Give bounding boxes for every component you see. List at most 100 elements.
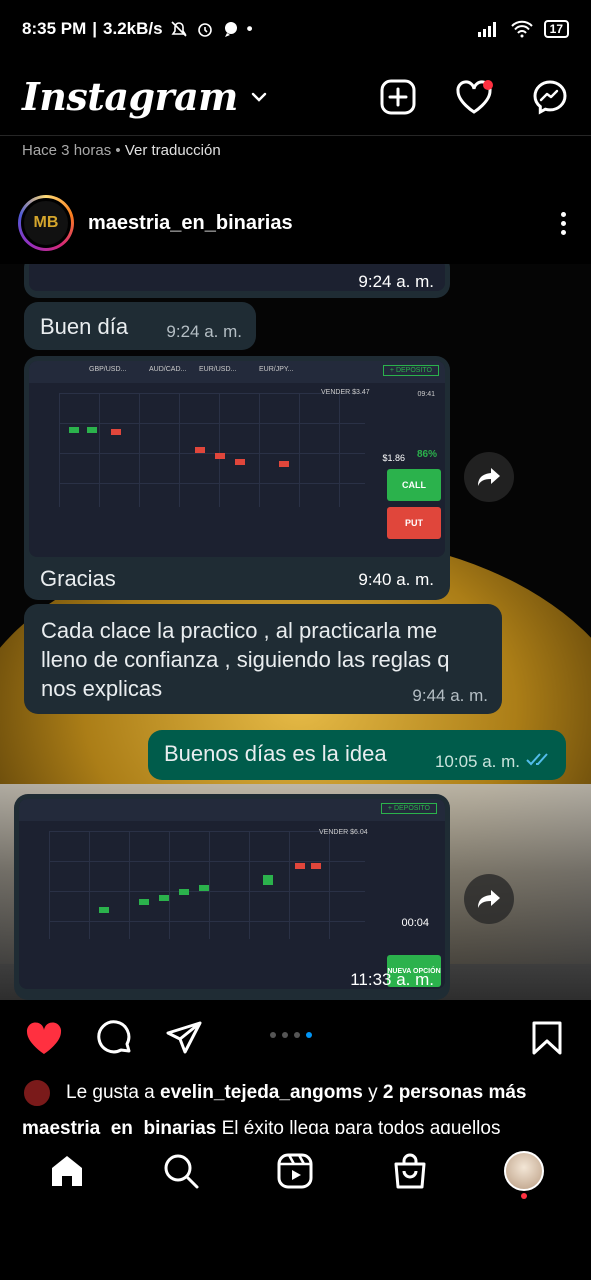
candle (111, 429, 121, 435)
likes-prefix: Le gusta a (66, 1082, 155, 1103)
post-actions (0, 1014, 591, 1062)
candle (159, 895, 169, 901)
sell-label: VENDER $6.04 (319, 829, 368, 836)
new-post-icon[interactable] (379, 78, 417, 116)
candle (311, 863, 321, 869)
message-time: 9:24 a. m. (358, 272, 434, 291)
message-time: 10:05 a. m. (434, 752, 520, 771)
carousel-dot-active (306, 1032, 312, 1038)
trading-screenshot: + DEPÓSITO VENDER $6.04 00:04 NUEVA OPCI… (19, 799, 445, 989)
amount-label: $1.86 (382, 453, 405, 463)
deposit-button: + DEPÓSITO (380, 803, 437, 814)
platform-topbar: + DEPÓSITO (19, 799, 445, 821)
message-text: Buenos días es la idea (164, 741, 387, 766)
carousel-indicator (270, 1032, 312, 1038)
likes-others[interactable]: 2 personas más (383, 1082, 527, 1104)
carousel-dot (282, 1032, 288, 1038)
candle (215, 453, 225, 459)
activity-dot (483, 79, 493, 90)
candle (235, 459, 245, 465)
message-text: Buen día (40, 314, 129, 339)
chevron-down-icon[interactable] (250, 88, 268, 106)
battery-icon: 17 (543, 20, 569, 38)
profile-avatar[interactable] (502, 1149, 546, 1199)
chat-image-1: 9:24 a. m. (24, 264, 450, 298)
message-bubble-in: Buen día 9:24 a. m. (24, 302, 256, 350)
post-username[interactable]: maestria_en_binarias (88, 212, 293, 235)
share-icon[interactable] (162, 1016, 206, 1060)
chart-grid (59, 393, 365, 507)
shop-icon[interactable] (388, 1149, 432, 1193)
message-text: Cada clace la practico , al practicarla … (41, 618, 450, 701)
message-bubble-out: Buenos días es la idea 10:05 a. m. (148, 730, 566, 780)
candle (279, 461, 289, 467)
search-icon[interactable] (159, 1149, 203, 1193)
deposit-button: + DEPÓSITO (382, 365, 439, 376)
bottom-navigation (0, 1134, 591, 1208)
reels-icon[interactable] (273, 1149, 317, 1193)
asset-tab: AUD/CAD... (149, 366, 187, 373)
forward-icon (464, 452, 514, 502)
notification-dot (520, 1193, 527, 1199)
status-bar: 8:35 PM | 3.2kB/s • 17 (0, 0, 591, 58)
candle (263, 875, 273, 885)
heart-icon[interactable] (455, 78, 493, 116)
put-button: PUT (387, 507, 441, 539)
likes-joiner: y (368, 1082, 378, 1103)
read-receipt-icon (526, 753, 548, 766)
message-text: Gracias (40, 566, 116, 591)
chat-notification-icon (224, 22, 237, 37)
asset-tab: EUR/USD... (199, 366, 237, 373)
candle (179, 889, 189, 895)
more-options-icon[interactable] (553, 211, 573, 235)
candle (87, 427, 97, 433)
save-icon[interactable] (525, 1016, 569, 1060)
message-time: 9:40 a. m. (358, 570, 434, 589)
see-translation-link[interactable]: Ver traducción (125, 142, 221, 159)
alarm-icon (197, 23, 212, 37)
previous-post-meta: Hace 3 horas • Ver traducción (22, 142, 221, 159)
instagram-logo[interactable]: Instagram (22, 74, 238, 119)
call-button: CALL (387, 469, 441, 501)
story-ring[interactable]: MB (18, 195, 74, 251)
chat-image-2: GBP/USD... AUD/CAD... EUR/USD... EUR/JPY… (24, 356, 450, 600)
status-time: 8:35 PM (22, 19, 87, 38)
asset-tab: EUR/JPY... (259, 366, 294, 373)
message-time: 9:44 a. m. (412, 686, 488, 705)
liker-avatar (22, 1078, 52, 1108)
liker-username[interactable]: evelin_tejeda_angoms (160, 1082, 363, 1104)
message-time: 11:33 a. m. (350, 970, 434, 989)
carousel-dot (270, 1032, 276, 1038)
message-time: 9:24 a. m. (166, 322, 242, 341)
status-separator: | (92, 19, 98, 38)
countdown-timer: 00:04 (401, 917, 429, 929)
sell-label: VENDER $3.47 (321, 389, 370, 396)
carousel-dot (294, 1032, 300, 1038)
like-icon[interactable] (22, 1016, 66, 1060)
trading-screenshot: GBP/USD... AUD/CAD... EUR/USD... EUR/JPY… (29, 361, 445, 557)
clock-label: 09:41 (417, 391, 435, 398)
candle (295, 863, 305, 869)
messenger-icon[interactable] (531, 78, 569, 116)
message-bubble-in: Cada clace la practico , al practicarla … (24, 604, 502, 714)
post-header: MB maestria_en_binarias (0, 186, 591, 260)
home-icon[interactable] (45, 1149, 89, 1193)
comment-icon[interactable] (92, 1016, 136, 1060)
avatar: MB (21, 198, 71, 248)
likes-summary[interactable]: Le gusta a evelin_tejeda_angoms y 2 pers… (22, 1078, 527, 1108)
candle (195, 447, 205, 453)
wifi-icon (510, 20, 533, 38)
candle (139, 899, 149, 905)
meta-separator: • (115, 142, 125, 159)
network-speed: 3.2kB/s (103, 19, 163, 38)
notification-dot: • (246, 19, 253, 38)
platform-topbar: GBP/USD... AUD/CAD... EUR/USD... EUR/JPY… (29, 361, 445, 383)
payout-label: 86% (416, 449, 437, 460)
app-header: Instagram (0, 58, 591, 136)
chat-image-3: + DEPÓSITO VENDER $6.04 00:04 NUEVA OPCI… (14, 794, 450, 1000)
signal-icon (477, 22, 496, 37)
post-image[interactable]: 9:24 a. m. Buen día 9:24 a. m. GBP/USD..… (0, 264, 591, 1000)
candle (199, 885, 209, 891)
asset-tab: GBP/USD... (89, 366, 127, 373)
candle (69, 427, 79, 433)
